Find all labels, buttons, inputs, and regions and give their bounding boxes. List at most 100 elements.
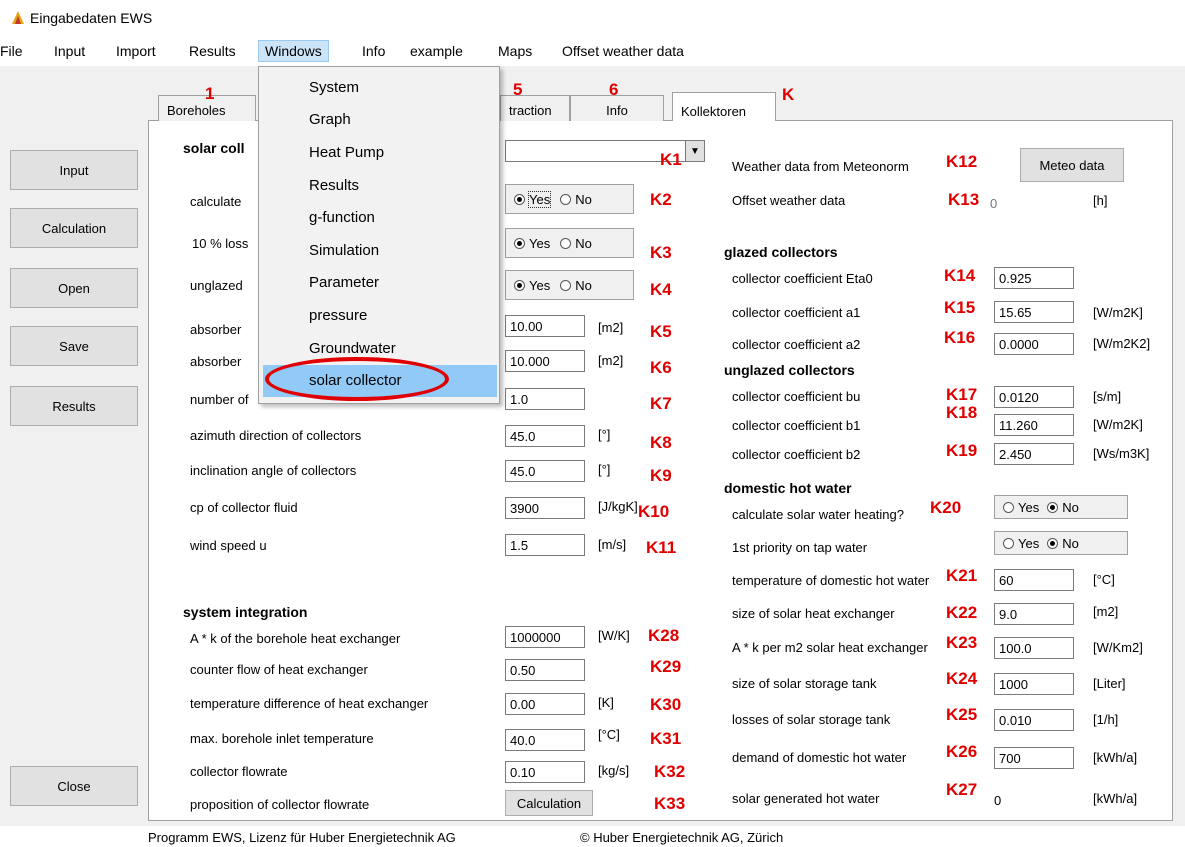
glazed-collectors-title: glazed collectors (724, 244, 838, 260)
loss-no-radio[interactable] (560, 237, 572, 249)
temp-diff-input[interactable]: 0.00 (505, 693, 585, 715)
a1-input[interactable]: 15.65 (994, 301, 1074, 323)
solar-hx-size-input[interactable]: 9.0 (994, 603, 1074, 625)
results-button[interactable]: Results (10, 386, 138, 426)
yes-label: Yes (529, 277, 551, 293)
b2-input[interactable]: 2.450 (994, 443, 1074, 465)
unglazed-no-radio[interactable] (560, 279, 572, 291)
windows-dropdown-menu: System Graph Heat Pump Results g-functio… (258, 66, 500, 404)
menu-input[interactable]: Input (48, 41, 91, 61)
bu-unit: [s/m] (1093, 389, 1122, 404)
absorber-area2-unit: [m2] (598, 353, 624, 368)
menu-example[interactable]: example (404, 41, 469, 61)
menu-item-results[interactable]: Results (309, 177, 359, 194)
b1-input[interactable]: 11.260 (994, 414, 1074, 436)
menu-windows[interactable]: Windows (258, 40, 329, 62)
proposition-flowrate-label: proposition of collector flowrate (190, 797, 370, 812)
annotation-k23: K23 (946, 633, 978, 652)
ak-borehole-input[interactable]: 1000000 (505, 626, 585, 648)
calculate-label: calculate (190, 194, 242, 209)
max-inlet-temp-input[interactable]: 40.0 (505, 729, 585, 751)
absorber-area2-input[interactable]: 10.000 (505, 350, 585, 372)
dhw-demand-input[interactable]: 700 (994, 747, 1074, 769)
storage-tank-size-input[interactable]: 1000 (994, 673, 1074, 695)
temp-diff-label: temperature difference of heat exchanger (190, 696, 429, 711)
proposition-calculation-button[interactable]: Calculation (505, 790, 593, 816)
calculate-no-radio[interactable] (560, 193, 572, 205)
b1-unit: [W/m2K] (1093, 417, 1143, 432)
cp-fluid-input[interactable]: 3900 (505, 497, 585, 519)
annotation-k7: K7 (650, 394, 672, 413)
menu-item-g-function[interactable]: g-function (309, 209, 375, 226)
close-button[interactable]: Close (10, 766, 138, 806)
yes-label: Yes (527, 190, 552, 208)
wind-speed-input[interactable]: 1.5 (505, 534, 585, 556)
calc-solar-water-no-radio[interactable] (1047, 501, 1059, 513)
menu-file[interactable]: File (0, 41, 29, 61)
annotation-k24: K24 (946, 669, 978, 688)
annotation-k8: K8 (650, 433, 672, 452)
menu-info[interactable]: Info (356, 41, 391, 61)
menu-offset-weather-data[interactable]: Offset weather data (556, 41, 690, 61)
tab-annotation-1: 1 (205, 84, 215, 103)
menu-maps[interactable]: Maps (492, 41, 538, 61)
dhw-temp-input[interactable]: 60 (994, 569, 1074, 591)
unglazed-label: unglazed (190, 278, 243, 293)
menu-item-graph[interactable]: Graph (309, 111, 351, 128)
menu-item-pressure[interactable]: pressure (309, 307, 367, 324)
menu-item-heat-pump[interactable]: Heat Pump (309, 144, 384, 161)
eta0-input[interactable]: 0.925 (994, 267, 1074, 289)
ak-solar-hx-input[interactable]: 100.0 (994, 637, 1074, 659)
priority-tap-water-yes-radio[interactable] (1003, 537, 1014, 549)
no-label: No (1062, 499, 1079, 515)
calc-solar-water-yes-radio[interactable] (1003, 501, 1014, 513)
annotation-k33: K33 (654, 794, 686, 813)
a1-unit: [W/m2K] (1093, 305, 1143, 320)
title-bar (0, 0, 1185, 36)
number-of-collectors-input[interactable]: 1.0 (505, 388, 585, 410)
calc-solar-water-radio-group: Yes No (994, 495, 1128, 519)
annotation-k32: K32 (654, 762, 686, 781)
annotation-k20: K20 (930, 498, 962, 517)
calculate-yes-radio[interactable] (514, 193, 525, 205)
open-button[interactable]: Open (10, 268, 138, 308)
collector-flowrate-input[interactable]: 0.10 (505, 761, 585, 783)
priority-tap-water-no-radio[interactable] (1047, 537, 1059, 549)
menu-item-parameter[interactable]: Parameter (309, 274, 379, 291)
azimuth-input[interactable]: 45.0 (505, 425, 585, 447)
a2-input[interactable]: 0.0000 (994, 333, 1074, 355)
counter-flow-input[interactable]: 0.50 (505, 659, 585, 681)
no-label: No (575, 191, 592, 207)
loss-yes-radio[interactable] (514, 237, 525, 249)
unglazed-collectors-title: unglazed collectors (724, 362, 855, 378)
bu-input[interactable]: 0.0120 (994, 386, 1074, 408)
save-button[interactable]: Save (10, 326, 138, 366)
annotation-k30: K30 (650, 695, 682, 714)
input-button[interactable]: Input (10, 150, 138, 190)
storage-tank-losses-input[interactable]: 0.010 (994, 709, 1074, 731)
a2-label: collector coefficient a2 (732, 337, 861, 352)
number-of-collectors-label: number of (190, 392, 249, 407)
unglazed-yes-radio[interactable] (514, 279, 525, 291)
storage-tank-losses-label: losses of solar storage tank (732, 712, 891, 727)
inclination-input[interactable]: 45.0 (505, 460, 585, 482)
solar-hx-size-label: size of solar heat exchanger (732, 606, 895, 621)
menu-import[interactable]: Import (110, 41, 162, 61)
status-copyright: © Huber Energietechnik AG, Zürich (580, 830, 784, 845)
menu-results[interactable]: Results (183, 41, 242, 61)
meteo-data-button[interactable]: Meteo data (1020, 148, 1124, 182)
status-license: Programm EWS, Lizenz für Huber Energiete… (148, 830, 456, 845)
menu-item-simulation[interactable]: Simulation (309, 242, 379, 259)
chevron-down-icon[interactable]: ▼ (685, 141, 704, 161)
menu-item-system[interactable]: System (309, 79, 359, 96)
tab-traction[interactable]: traction (500, 95, 570, 121)
dhw-demand-unit: [kWh/a] (1093, 750, 1138, 765)
absorber-area-input[interactable]: 10.00 (505, 315, 585, 337)
tab-annotation-6: 6 (609, 80, 619, 99)
menu-item-groundwater[interactable]: Groundwater (309, 340, 396, 357)
cp-fluid-label: cp of collector fluid (190, 500, 298, 515)
calculation-button[interactable]: Calculation (10, 208, 138, 248)
annotation-k12: K12 (946, 152, 978, 171)
tab-kollektoren[interactable]: Kollektoren (672, 92, 776, 122)
collector-flowrate-unit: [kg/s] (598, 763, 630, 778)
